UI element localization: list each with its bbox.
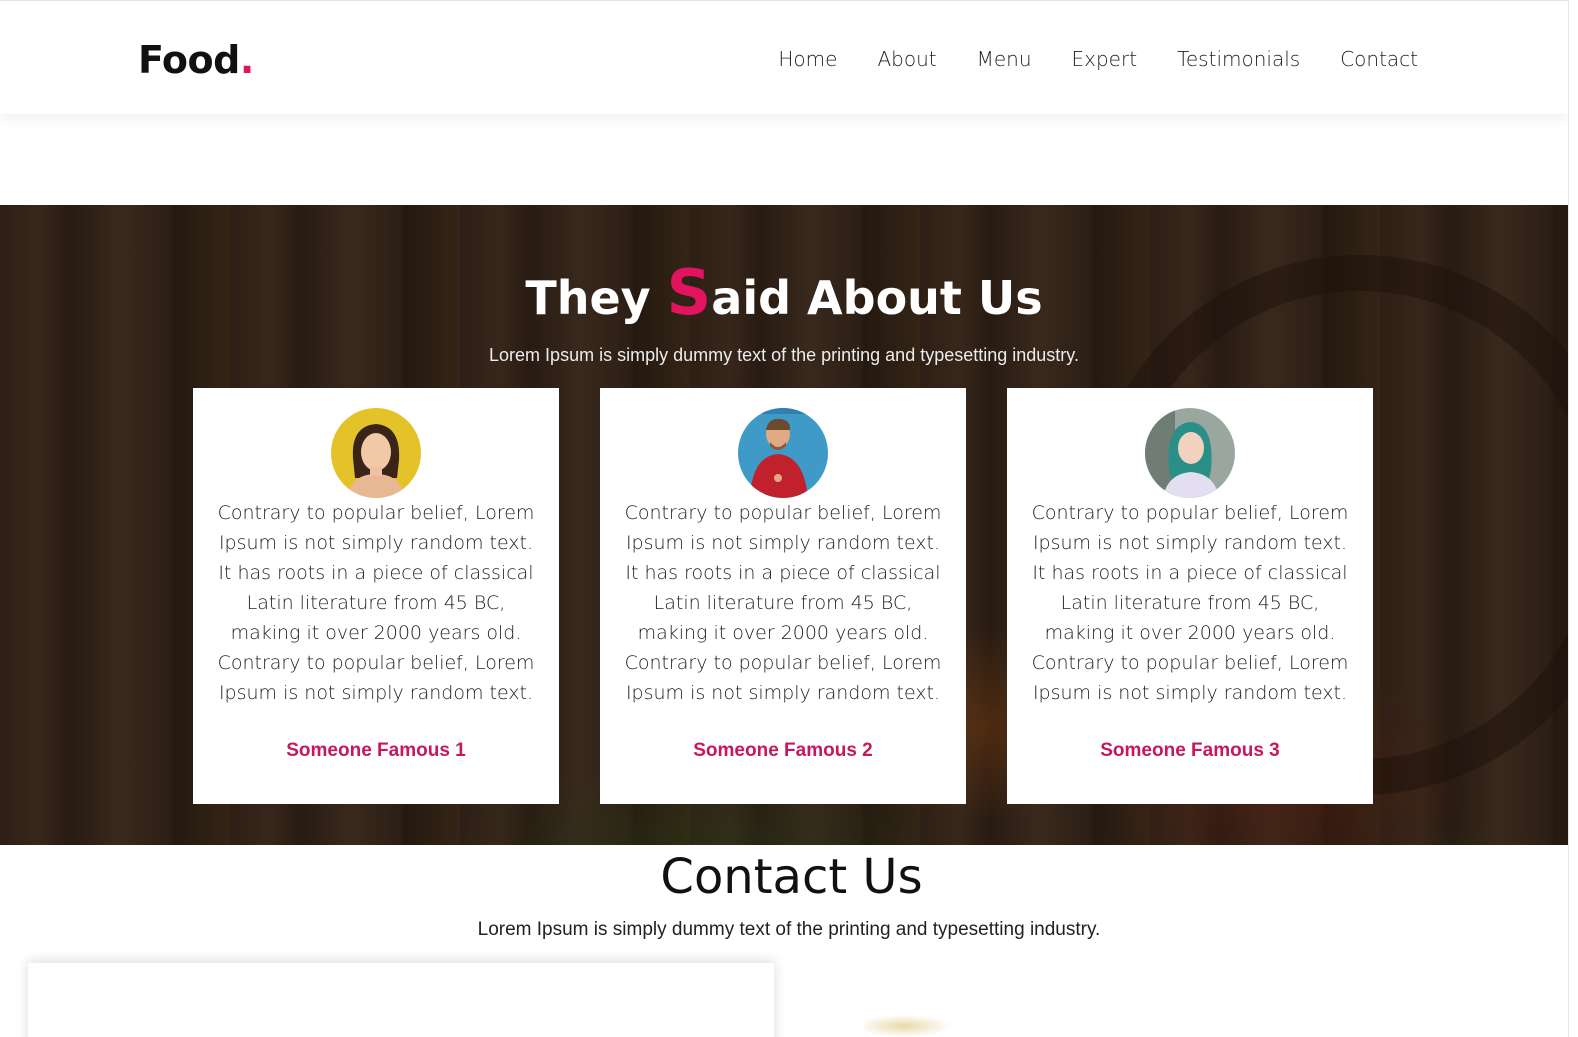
contact-subtitle: Lorem Ipsum is simply dummy text of the … <box>477 919 1101 940</box>
title-part-before: They <box>525 271 667 325</box>
avatar <box>331 408 421 498</box>
title-accent-letter: S <box>666 256 712 329</box>
nav-about[interactable]: About <box>877 45 936 73</box>
contact-title: Contact Us <box>660 849 923 905</box>
site-header: Food. Home About Menu Expert Testimonial… <box>0 0 1568 114</box>
logo-dot: . <box>239 38 254 82</box>
nav-menu[interactable]: Menu <box>977 45 1032 73</box>
testimonial-cards: Contrary to popular belief, Lorem Ipsum … <box>193 388 1414 804</box>
testimonial-text: Contrary to popular belief, Lorem Ipsum … <box>624 502 942 704</box>
testimonial-author: Someone Famous 2 <box>693 740 873 761</box>
page-scroll-edge <box>1568 0 1578 1037</box>
avatar-man-red-shirt-icon <box>738 408 828 498</box>
testimonial-card: Contrary to popular belief, Lorem Ipsum … <box>193 388 559 804</box>
decorative-food-image <box>864 1014 984 1037</box>
testimonials-section: They Said About Us Lorem Ipsum is simply… <box>0 205 1568 845</box>
nav-expert[interactable]: Expert <box>1072 45 1138 73</box>
testimonials-title: They Said About Us <box>0 261 1568 330</box>
testimonial-author: Someone Famous 3 <box>1100 740 1280 761</box>
testimonial-text: Contrary to popular belief, Lorem Ipsum … <box>217 502 535 704</box>
testimonials-subtitle: Lorem Ipsum is simply dummy text of the … <box>489 345 1079 365</box>
site-logo[interactable]: Food. <box>138 37 254 83</box>
testimonial-text: Contrary to popular belief, Lorem Ipsum … <box>1031 502 1349 704</box>
testimonial-card: Contrary to popular belief, Lorem Ipsum … <box>600 388 966 804</box>
avatar <box>738 408 828 498</box>
testimonial-author: Someone Famous 1 <box>286 740 466 761</box>
nav-home[interactable]: Home <box>778 45 837 73</box>
title-part-after: aid About Us <box>711 271 1043 325</box>
main-nav: Home About Menu Expert Testimonials Cont… <box>738 45 1418 73</box>
contact-form-card <box>28 963 774 1037</box>
avatar-woman-yellow-icon <box>331 408 421 498</box>
logo-text: Food <box>138 38 240 82</box>
avatar-woman-teal-hair-icon <box>1145 408 1235 498</box>
nav-contact[interactable]: Contact <box>1340 45 1418 73</box>
testimonial-card: Contrary to popular belief, Lorem Ipsum … <box>1007 388 1373 804</box>
nav-testimonials[interactable]: Testimonials <box>1177 45 1300 73</box>
avatar <box>1145 408 1235 498</box>
